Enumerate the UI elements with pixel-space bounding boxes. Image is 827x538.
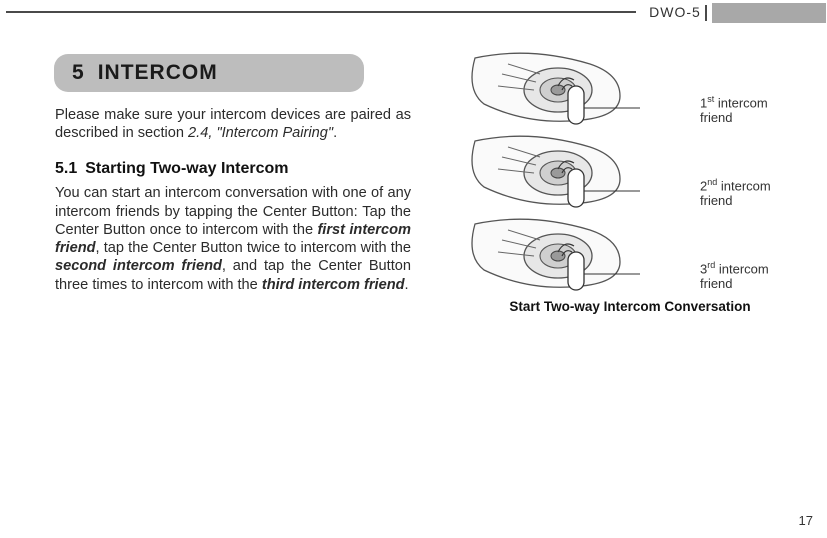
body-paragraph: You can start an intercom conversation w… <box>55 184 411 293</box>
header-rule <box>6 11 636 13</box>
figure-row-1: 1st intercom friend <box>470 50 790 129</box>
intro-text-end: . <box>333 125 337 141</box>
figure-column: 1st intercom friend 2nd intercom friend <box>470 50 790 314</box>
body-text: , tap the Center Button twice to interco… <box>96 240 411 256</box>
header-accent-block <box>712 3 826 23</box>
device-tap-illustration <box>470 50 640 129</box>
device-tap-illustration <box>470 133 640 212</box>
figure-label-3: 3rd intercom friend <box>700 260 790 291</box>
figure-row-2: 2nd intercom friend <box>470 133 790 212</box>
page-header: DWO-5 <box>0 0 827 24</box>
emphasis-third-friend: third intercom friend <box>262 277 405 293</box>
header-separator <box>705 5 707 21</box>
emphasis-second-friend: second intercom friend <box>55 258 222 274</box>
manual-page: DWO-5 5 INTERCOM Please make sure your i… <box>0 0 827 538</box>
section-title: Starting Two-way Intercom <box>85 160 288 177</box>
intro-paragraph: Please make sure your intercom devices a… <box>55 106 411 142</box>
body-text: . <box>405 277 409 293</box>
chapter-heading: 5 INTERCOM <box>54 54 364 92</box>
figure-row-3: 3rd intercom friend <box>470 216 790 295</box>
ordinal-suffix: nd <box>707 177 717 187</box>
intro-reference: 2.4, "Intercom Pairing" <box>188 125 333 141</box>
device-tap-illustration <box>470 216 640 295</box>
left-text-column: Please make sure your intercom devices a… <box>55 106 411 294</box>
figure-caption: Start Two-way Intercom Conversation <box>470 299 790 314</box>
figure-label-2: 2nd intercom friend <box>700 177 790 208</box>
section-number: 5.1 <box>55 160 77 177</box>
figure-label-1: 1st intercom friend <box>700 94 790 125</box>
chapter-number: 5 <box>72 61 84 85</box>
section-heading: 5.1 Starting Two-way Intercom <box>55 160 411 178</box>
chapter-title: INTERCOM <box>98 61 218 85</box>
page-number: 17 <box>799 513 813 528</box>
product-name: DWO-5 <box>640 0 710 24</box>
